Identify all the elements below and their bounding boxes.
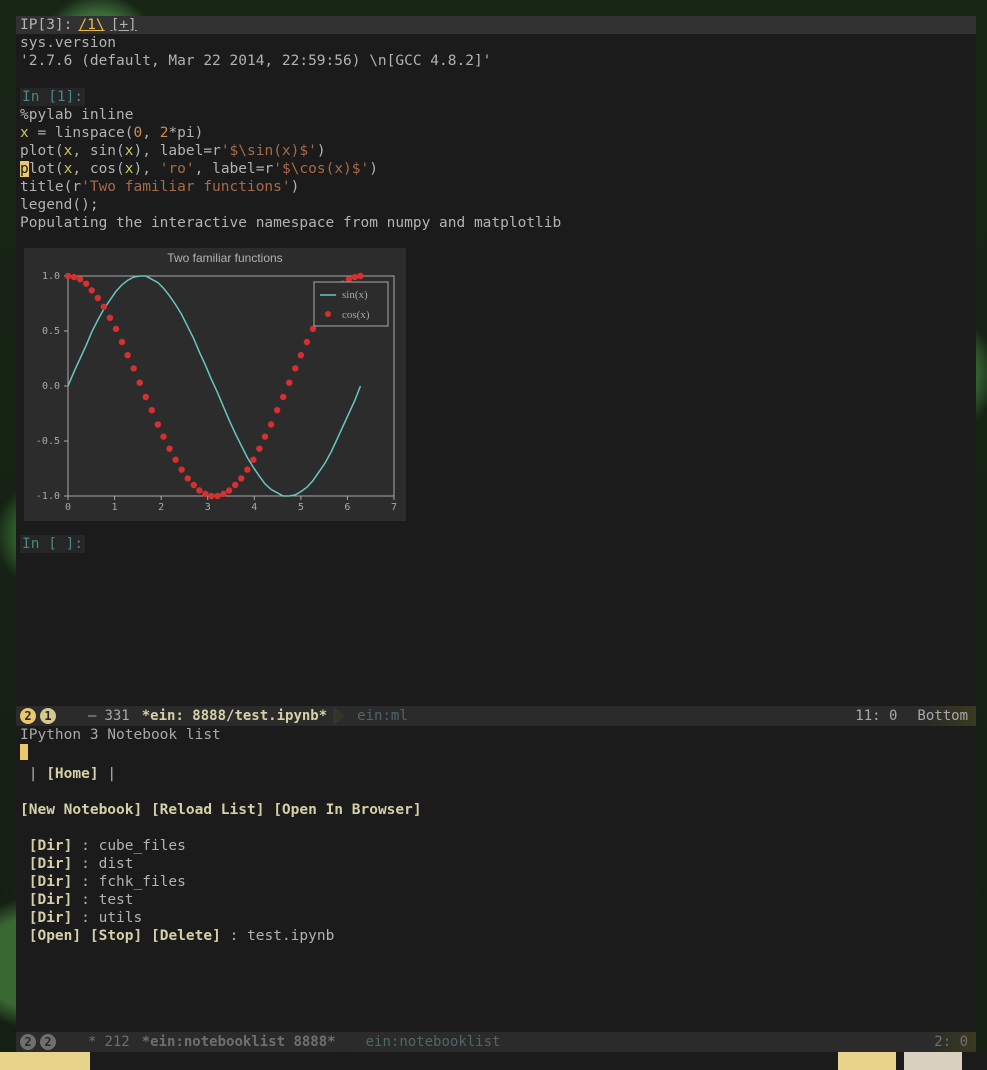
- output-line: Populating the interactive namespace fro…: [20, 214, 972, 232]
- chart-output: Two familiar functions 0 1 2 3 4 5 6 7 -1.0 -0.5 0.…: [24, 248, 406, 521]
- list-item[interactable]: [Dir] : utils: [20, 909, 972, 927]
- modeline-top: 2 1 — 331 *ein: 8888/test.ipynb* ein:ml …: [16, 706, 976, 726]
- code-line[interactable]: %pylab inline: [20, 106, 972, 124]
- code-line[interactable]: legend();: [20, 196, 972, 214]
- notebooklist-title: IPython 3 Notebook list: [20, 726, 972, 744]
- open-in-browser-button[interactable]: [Open In Browser]: [273, 802, 421, 818]
- item-action[interactable]: [Delete]: [151, 928, 221, 944]
- modeline-position: 2: 0: [934, 1033, 968, 1051]
- svg-text:-1.0: -1.0: [36, 491, 60, 502]
- svg-text:7: 7: [391, 502, 397, 513]
- notebooklist-pane[interactable]: IPython 3 Notebook list | [Home] | [New …: [16, 726, 976, 1032]
- modeline-location: Bottom: [917, 707, 968, 725]
- buffer-name: *ein:notebooklist 8888*: [142, 1033, 336, 1051]
- item-action[interactable]: [Dir]: [29, 838, 73, 854]
- svg-text:-0.5: -0.5: [36, 436, 60, 447]
- svg-text:cos(x): cos(x): [342, 309, 370, 321]
- code-line[interactable]: plot(x, sin(x), label=r'$\sin(x)$'): [20, 142, 972, 160]
- modeline-arrow-icon: [66, 1032, 80, 1052]
- modeline-badge: 2: [20, 708, 36, 724]
- modeline-arrow-icon: [342, 1032, 354, 1052]
- modeline-line-num: 212: [104, 1033, 129, 1051]
- output-line: '2.7.6 (default, Mar 22 2014, 22:59:56) …: [20, 52, 972, 70]
- svg-text:5: 5: [298, 502, 304, 513]
- list-item[interactable]: [Dir] : dist: [20, 855, 972, 873]
- item-action[interactable]: [Dir]: [29, 856, 73, 872]
- item-name: fchk_files: [99, 874, 186, 890]
- chart-svg: Two familiar functions 0 1 2 3 4 5 6 7 -1.0 -0.5 0.…: [24, 248, 406, 516]
- list-item[interactable]: [Dir] : test: [20, 891, 972, 909]
- list-item[interactable]: [Dir] : cube_files: [20, 837, 972, 855]
- svg-text:1: 1: [112, 502, 118, 513]
- item-name: test.ipynb: [247, 928, 334, 944]
- code-line[interactable]: x = linspace(0, 2*pi): [20, 124, 972, 142]
- text-cursor: [20, 744, 28, 760]
- modeline-position: 11: 0: [855, 707, 897, 725]
- taskbar-item[interactable]: [904, 1052, 962, 1070]
- home-link[interactable]: [Home]: [46, 766, 98, 782]
- item-action[interactable]: [Dir]: [29, 892, 73, 908]
- buffer-name: *ein: 8888/test.ipynb*: [142, 707, 327, 725]
- modeline-arrow-icon: [66, 706, 80, 726]
- svg-text:4: 4: [251, 502, 257, 513]
- svg-text:0: 0: [65, 502, 71, 513]
- code-line[interactable]: plot(x, cos(x), 'ro', label=r'$\cos(x)$'…: [20, 160, 972, 178]
- taskbar: [0, 1052, 987, 1070]
- item-sep: :: [81, 838, 98, 854]
- tab-prefix: IP[3]:: [20, 16, 72, 34]
- modeline-line-num: 331: [104, 707, 129, 725]
- item-sep: :: [230, 928, 247, 944]
- svg-text:3: 3: [205, 502, 211, 513]
- active-tab[interactable]: /1\: [78, 16, 104, 34]
- action-row: [New Notebook] [Reload List] [Open In Br…: [20, 801, 972, 819]
- new-notebook-button[interactable]: [New Notebook]: [20, 802, 142, 818]
- cell-prompt: In [1]:: [20, 88, 85, 106]
- item-sep: :: [81, 874, 98, 890]
- svg-text:Two familiar functions: Two familiar functions: [167, 251, 282, 265]
- code-line[interactable]: title(r'Two familiar functions'): [20, 178, 972, 196]
- reload-list-button[interactable]: [Reload List]: [151, 802, 265, 818]
- item-name: test: [99, 892, 134, 908]
- svg-text:0.5: 0.5: [42, 326, 60, 337]
- modeline-dash: —: [88, 707, 96, 725]
- notebook-pane[interactable]: sys.version '2.7.6 (default, Mar 22 2014…: [16, 34, 976, 706]
- item-name: dist: [99, 856, 134, 872]
- item-name: cube_files: [99, 838, 186, 854]
- list-item[interactable]: [Open] [Stop] [Delete] : test.ipynb: [20, 927, 972, 945]
- major-mode: ein:ml: [357, 707, 408, 725]
- modeline-bottom: 2 2 * 212 *ein:notebooklist 8888* ein:no…: [16, 1032, 976, 1052]
- item-action[interactable]: [Dir]: [29, 874, 73, 890]
- item-sep: :: [81, 892, 98, 908]
- modeline-star: *: [88, 1033, 96, 1051]
- item-sep: :: [81, 910, 98, 926]
- cell-prompt: In [ ]:: [20, 535, 85, 553]
- modeline-badge: 2: [40, 1034, 56, 1050]
- item-sep: :: [81, 856, 98, 872]
- modeline-arrow-icon: [333, 706, 345, 726]
- svg-text:sin(x): sin(x): [342, 289, 368, 301]
- major-mode: ein:notebooklist: [366, 1033, 501, 1051]
- item-name: utils: [99, 910, 143, 926]
- svg-text:0.0: 0.0: [42, 381, 60, 392]
- taskbar-item[interactable]: [838, 1052, 896, 1070]
- list-item[interactable]: [Dir] : fchk_files: [20, 873, 972, 891]
- item-action[interactable]: [Open]: [29, 928, 81, 944]
- modeline-badge: 2: [20, 1034, 36, 1050]
- svg-text:6: 6: [344, 502, 350, 513]
- item-action[interactable]: [Dir]: [29, 910, 73, 926]
- svg-text:1.0: 1.0: [42, 271, 60, 282]
- svg-text:2: 2: [158, 502, 164, 513]
- modeline-badge: 1: [40, 708, 56, 724]
- buffer-tab-bar: IP[3]: /1\ [+]: [16, 16, 976, 34]
- code-area[interactable]: sys.version '2.7.6 (default, Mar 22 2014…: [16, 34, 976, 571]
- item-action[interactable]: [Stop]: [90, 928, 142, 944]
- output-line: sys.version: [20, 34, 972, 52]
- breadcrumb: | [Home] |: [20, 765, 972, 783]
- add-tab-button[interactable]: [+]: [111, 16, 137, 34]
- emacs-frame: IP[3]: /1\ [+] sys.version '2.7.6 (defau…: [16, 16, 976, 1058]
- text-cursor: p: [20, 161, 29, 177]
